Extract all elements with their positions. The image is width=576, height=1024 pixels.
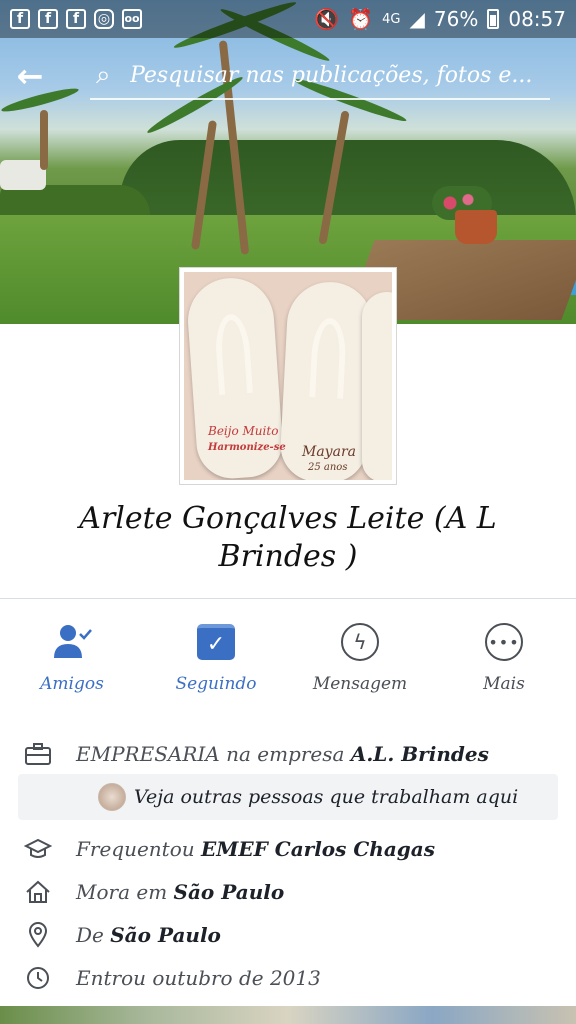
friends-button[interactable]: Amigos — [0, 610, 144, 700]
facebook-icon: f — [38, 9, 58, 29]
network-type: 4G — [382, 11, 401, 27]
photo-text: Beijo Muito — [208, 424, 279, 438]
photo-text: Harmonize-se — [208, 442, 286, 453]
status-bar: f f f ◎ oo 🔇 ⏰ 4G ◢ 76% 08:57 — [0, 0, 576, 38]
notification-icons: f f f ◎ oo — [10, 9, 142, 29]
flipflop-edge — [362, 292, 392, 480]
briefcase-icon — [0, 743, 76, 765]
cover-palm-trunk — [40, 110, 48, 170]
facebook-icon: f — [10, 9, 30, 29]
search-bar: ← ⌕ — [0, 50, 576, 102]
flipflop-strap — [308, 317, 348, 399]
coworkers-link[interactable]: Veja outras pessoas que trabalham aqui — [18, 774, 558, 820]
following-label: Seguindo — [175, 674, 257, 694]
battery-icon — [487, 9, 500, 29]
alarm-icon: ⏰ — [348, 7, 374, 31]
following-check-icon: ✓ — [194, 620, 238, 664]
facebook-icon: f — [66, 9, 86, 29]
work-company[interactable]: A.L. Brindes — [351, 742, 489, 766]
location-pin-icon — [0, 922, 76, 948]
message-label: Mensagem — [312, 674, 408, 694]
voicemail-icon: oo — [122, 9, 142, 29]
lives-city[interactable]: São Paulo — [174, 880, 285, 904]
education-text: Frequentou EMEF Carlos Chagas — [76, 837, 435, 861]
hometown-city[interactable]: São Paulo — [110, 923, 221, 947]
lives-prefix: Mora em — [76, 880, 174, 904]
messenger-icon: ϟ — [338, 620, 382, 664]
work-text: EMPRESARIA na empresa A.L. Brindes — [76, 742, 489, 766]
education-prefix: Frequentou — [76, 837, 201, 861]
following-button[interactable]: ✓ Seguindo — [144, 610, 288, 700]
photo-text: 25 anos — [308, 462, 348, 473]
coworkers-text: Veja outras pessoas que trabalham aqui — [134, 786, 519, 808]
info-lives[interactable]: Mora em São Paulo — [0, 871, 576, 913]
joined-text: Entrou outubro de 2013 — [76, 966, 321, 990]
flipflop-strap — [213, 312, 254, 396]
search-input[interactable] — [130, 62, 540, 88]
message-button[interactable]: ϟ Mensagem — [288, 610, 432, 700]
clock-icon — [0, 966, 76, 990]
lives-text: Mora em São Paulo — [76, 880, 284, 904]
mute-icon: 🔇 — [314, 7, 340, 31]
profile-actions: Amigos ✓ Seguindo ϟ Mensagem ••• Mais — [0, 610, 576, 700]
friends-label: Amigos — [40, 674, 104, 694]
info-joined: Entrou outubro de 2013 — [0, 957, 576, 999]
search-icon: ⌕ — [96, 59, 111, 90]
info-education[interactable]: Frequentou EMEF Carlos Chagas — [0, 828, 576, 870]
battery-percent: 76% — [433, 7, 479, 31]
search-field[interactable]: ⌕ — [90, 52, 550, 100]
hometown-prefix: De — [76, 923, 111, 947]
info-work[interactable]: EMPRESARIA na empresa A.L. Brindes — [0, 733, 576, 775]
info-hometown[interactable]: De São Paulo — [0, 914, 576, 956]
more-button[interactable]: ••• Mais — [432, 610, 576, 700]
signal-icon: ◢ — [409, 7, 425, 31]
instagram-icon: ◎ — [94, 9, 114, 29]
more-label: Mais — [483, 674, 525, 694]
profile-photo-image: Beijo Muito Harmonize-se Mayara 25 anos — [184, 272, 392, 480]
graduation-cap-icon — [0, 838, 76, 860]
photos-strip[interactable] — [0, 1006, 576, 1024]
education-school[interactable]: EMEF Carlos Chagas — [201, 837, 435, 861]
profile-photo[interactable]: Beijo Muito Harmonize-se Mayara 25 anos — [180, 268, 396, 484]
status-right: 🔇 ⏰ 4G ◢ 76% 08:57 — [314, 7, 566, 31]
profile-name: Arlete Gonçalves Leite (A L Brindes ) — [79, 501, 497, 574]
back-arrow-icon[interactable]: ← — [0, 50, 60, 102]
more-icon: ••• — [482, 620, 526, 664]
work-prefix: EMPRESARIA na empresa — [76, 742, 351, 766]
friends-check-icon — [50, 620, 94, 664]
hometown-text: De São Paulo — [76, 923, 221, 947]
divider — [0, 598, 576, 599]
company-avatar — [98, 783, 126, 811]
cover-pot — [455, 210, 497, 244]
home-icon — [0, 880, 76, 904]
photo-text: Mayara — [302, 444, 356, 460]
clock: 08:57 — [508, 7, 566, 31]
